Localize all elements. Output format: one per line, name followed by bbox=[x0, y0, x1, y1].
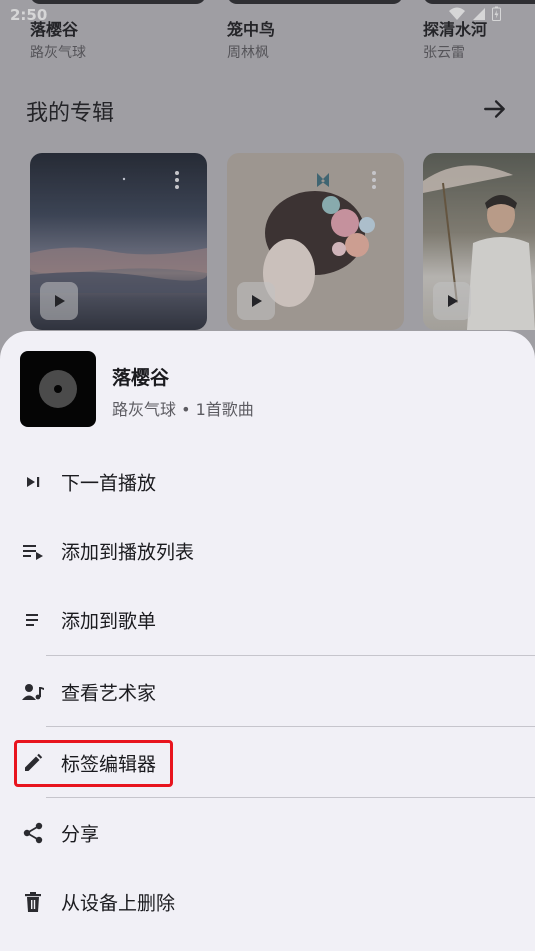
play-next-icon bbox=[22, 471, 44, 493]
divider bbox=[46, 797, 535, 798]
menu-label-play-next: 下一首播放 bbox=[61, 472, 157, 495]
menu-view-artist[interactable]: 查看艺术家 bbox=[0, 661, 535, 723]
artist-icon bbox=[22, 681, 44, 703]
delete-icon bbox=[22, 891, 44, 913]
divider bbox=[46, 655, 535, 656]
menu-add-to-playlist[interactable]: 添加到歌单 bbox=[0, 589, 535, 651]
sheet-subtitle: 路灰气球 • 1首歌曲 bbox=[112, 400, 254, 419]
queue-add-icon bbox=[22, 540, 44, 562]
menu-play-next[interactable]: 下一首播放 bbox=[0, 451, 535, 513]
divider bbox=[46, 726, 535, 727]
bottom-sheet: 落樱谷 路灰气球 • 1首歌曲 下一首播放 添加到播放列表 添加到歌单 查看艺术… bbox=[0, 331, 535, 951]
sheet-header: 落樱谷 路灰气球 • 1首歌曲 bbox=[20, 351, 520, 427]
highlight-box bbox=[14, 740, 173, 787]
vinyl-disc-icon bbox=[39, 370, 77, 408]
menu-add-to-queue[interactable]: 添加到播放列表 bbox=[0, 520, 535, 582]
album-thumbnail bbox=[20, 351, 96, 427]
menu-label-view-artist: 查看艺术家 bbox=[61, 682, 157, 705]
menu-label-delete-from-device: 从设备上删除 bbox=[61, 892, 176, 915]
menu-share[interactable]: 分享 bbox=[0, 802, 535, 864]
menu-delete-from-device[interactable]: 从设备上删除 bbox=[0, 871, 535, 933]
playlist-add-icon bbox=[22, 609, 44, 631]
menu-label-add-to-playlist: 添加到歌单 bbox=[61, 610, 157, 633]
menu-label-share: 分享 bbox=[61, 823, 100, 846]
share-icon bbox=[22, 822, 44, 844]
sheet-title: 落樱谷 bbox=[112, 367, 170, 389]
menu-label-add-to-queue: 添加到播放列表 bbox=[61, 541, 195, 564]
